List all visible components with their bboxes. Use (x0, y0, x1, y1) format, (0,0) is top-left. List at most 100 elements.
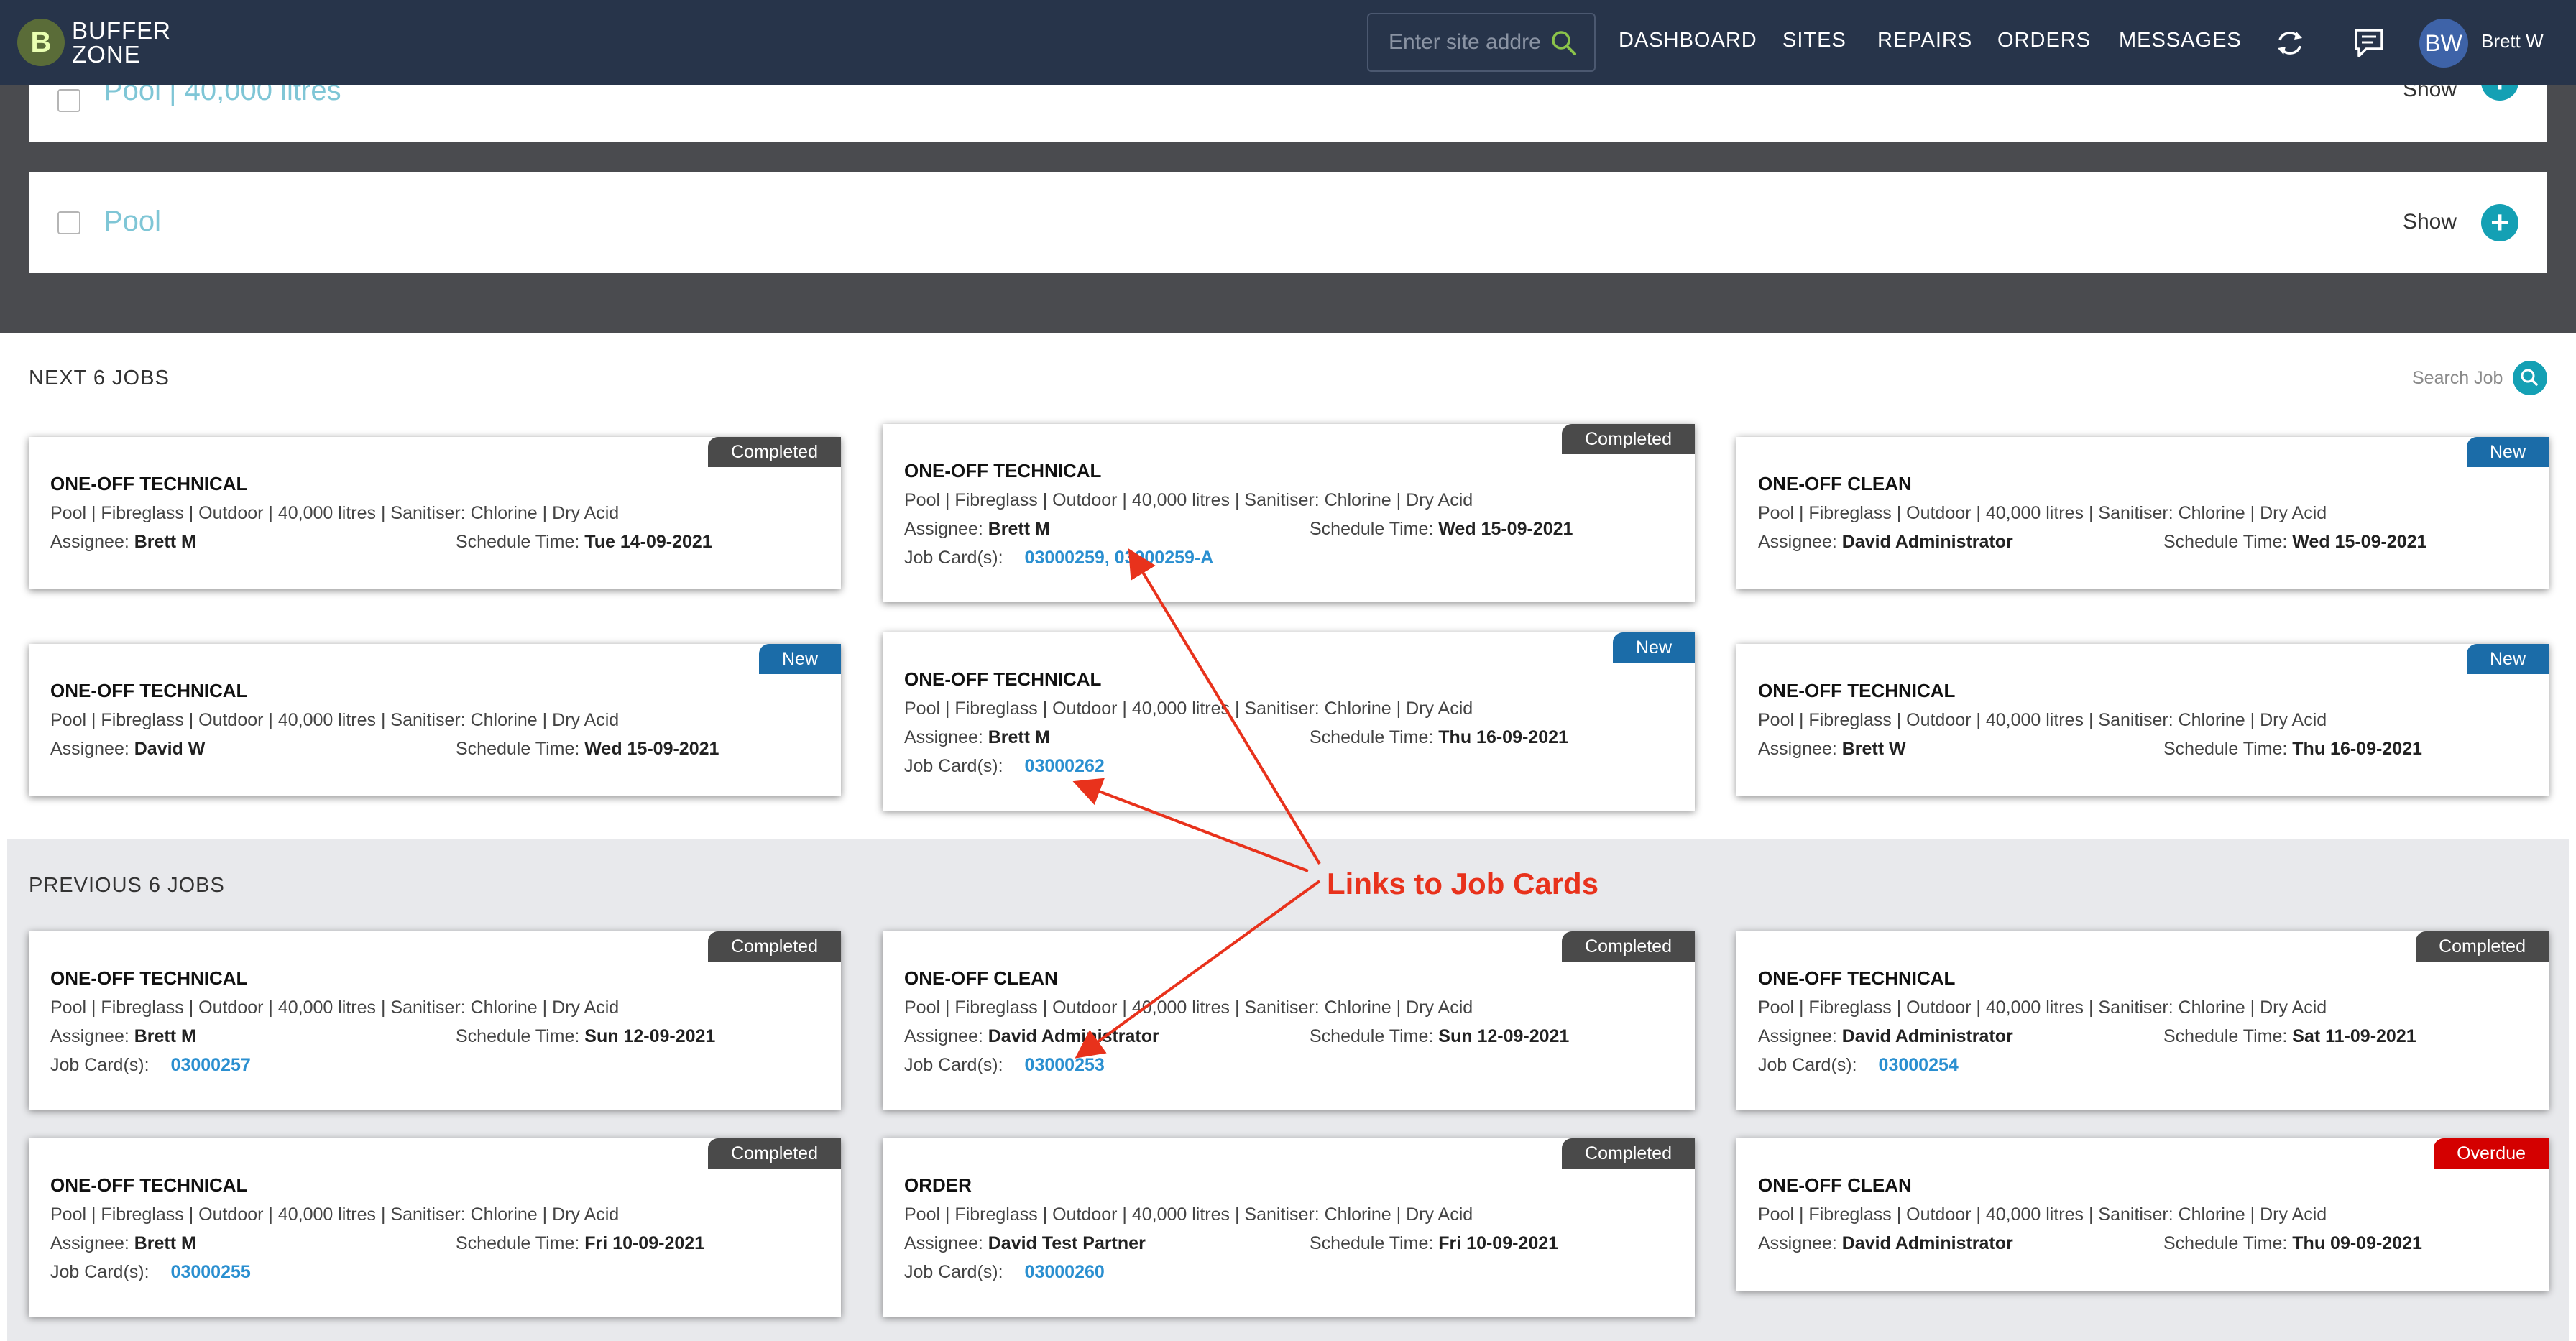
job-assignee: Assignee: Brett M (50, 532, 196, 552)
job-title: ONE-OFF TECHNICAL (904, 460, 1102, 481)
avatar[interactable]: BW (2419, 19, 2468, 68)
sync-icon[interactable] (2273, 26, 2307, 64)
annotation-label: Links to Job Cards (1327, 867, 1599, 900)
job-details: Pool | Fibreglass | Outdoor | 40,000 lit… (1758, 997, 2327, 1018)
job-cards-row: Job Card(s): 03000259, 03000259-A (904, 548, 1214, 568)
status-badge: Completed (708, 931, 841, 962)
job-card[interactable]: Completed ORDER Pool | Fibreglass | Outd… (883, 1138, 1695, 1317)
job-details: Pool | Fibreglass | Outdoor | 40,000 lit… (50, 997, 620, 1018)
status-badge: Completed (708, 1138, 841, 1169)
job-schedule: Schedule Time: Tue 14-09-2021 (456, 532, 712, 552)
search-job-button[interactable] (2513, 361, 2547, 395)
job-schedule: Schedule Time: Thu 16-09-2021 (1310, 727, 1568, 747)
job-cards-row: Job Card(s): 03000260 (904, 1262, 1105, 1282)
job-details: Pool | Fibreglass | Outdoor | 40,000 lit… (1758, 710, 2327, 730)
pool-panel-2[interactable]: Pool Show + (29, 172, 2547, 273)
nav-messages[interactable]: MESSAGES (2119, 29, 2242, 52)
pool-checkbox-2[interactable] (58, 211, 80, 234)
site-search-box (1367, 13, 1596, 72)
site-search-input[interactable] (1387, 29, 1548, 55)
logo-line-1: BUFFER (72, 17, 171, 44)
job-details: Pool | Fibreglass | Outdoor | 40,000 lit… (50, 710, 620, 730)
status-badge: Completed (2416, 931, 2549, 962)
job-card[interactable]: Completed ONE-OFF TECHNICAL Pool | Fibre… (29, 1138, 841, 1317)
status-badge: New (2466, 437, 2549, 467)
buffer-zone-logo[interactable]: B BUFFER ZONE (17, 16, 171, 69)
job-title: ORDER (904, 1174, 972, 1196)
job-card-link[interactable]: 03000260 (1025, 1262, 1105, 1282)
user-name[interactable]: Brett W (2481, 30, 2544, 52)
job-assignee: Assignee: Brett M (50, 1233, 196, 1253)
job-card[interactable]: Overdue ONE-OFF CLEAN Pool | Fibreglass … (1736, 1138, 2549, 1291)
job-assignee: Assignee: Brett M (904, 727, 1050, 747)
search-icon[interactable] (1550, 29, 1578, 61)
job-title: ONE-OFF TECHNICAL (904, 668, 1102, 690)
status-badge: Completed (708, 437, 841, 467)
job-cards-row: Job Card(s): 03000257 (50, 1055, 251, 1075)
job-title: ONE-OFF TECHNICAL (50, 967, 248, 989)
job-card[interactable]: New ONE-OFF TECHNICAL Pool | Fibreglass … (29, 644, 841, 796)
nav-sites[interactable]: SITES (1782, 29, 1846, 52)
job-card[interactable]: New ONE-OFF CLEAN Pool | Fibreglass | Ou… (1736, 437, 2549, 589)
job-title: ONE-OFF CLEAN (1758, 473, 1912, 494)
job-card[interactable]: Completed ONE-OFF TECHNICAL Pool | Fibre… (29, 931, 841, 1110)
job-assignee: Assignee: Brett M (50, 1026, 196, 1046)
previous-jobs-title: PREVIOUS 6 JOBS (29, 874, 225, 897)
job-schedule: Schedule Time: Sat 11-09-2021 (2163, 1026, 2416, 1046)
logo-text: BUFFER ZONE (72, 19, 171, 66)
job-details: Pool | Fibreglass | Outdoor | 40,000 lit… (904, 1204, 1473, 1225)
job-card-link[interactable]: 03000254 (1879, 1055, 1959, 1075)
job-assignee: Assignee: Brett W (1758, 739, 1906, 759)
job-title: ONE-OFF CLEAN (1758, 1174, 1912, 1196)
job-card[interactable]: Completed ONE-OFF TECHNICAL Pool | Fibre… (883, 424, 1695, 602)
job-assignee: Assignee: David Administrator (1758, 1026, 2013, 1046)
status-badge: New (758, 644, 841, 674)
nav-repairs[interactable]: REPAIRS (1877, 29, 1972, 52)
job-schedule: Schedule Time: Wed 15-09-2021 (2163, 532, 2427, 552)
job-card-link[interactable]: 03000255 (171, 1262, 251, 1282)
chat-icon[interactable] (2352, 26, 2386, 64)
job-card-link[interactable]: 03000262 (1025, 756, 1105, 776)
job-assignee: Assignee: David Administrator (1758, 532, 2013, 552)
job-assignee: Assignee: David Test Partner (904, 1233, 1146, 1253)
job-details: Pool | Fibreglass | Outdoor | 40,000 lit… (1758, 503, 2327, 523)
job-cards-row: Job Card(s): 03000262 (904, 756, 1105, 776)
job-title: ONE-OFF TECHNICAL (1758, 967, 1956, 989)
status-badge: Completed (1562, 1138, 1695, 1169)
job-card[interactable]: New ONE-OFF TECHNICAL Pool | Fibreglass … (883, 632, 1695, 811)
job-cards-row: Job Card(s): 03000255 (50, 1262, 251, 1282)
job-card[interactable]: Completed ONE-OFF CLEAN Pool | Fibreglas… (883, 931, 1695, 1110)
job-assignee: Assignee: Brett M (904, 519, 1050, 539)
nav-dashboard[interactable]: DASHBOARD (1619, 29, 1757, 52)
job-card-link[interactable]: 03000259, 03000259-A (1025, 548, 1214, 568)
job-assignee: Assignee: David Administrator (904, 1026, 1159, 1046)
job-card[interactable]: Completed ONE-OFF TECHNICAL Pool | Fibre… (1736, 931, 2549, 1110)
pool-panel-1[interactable]: Pool | 40,000 litres Show + (29, 63, 2547, 142)
pool-show-label-2[interactable]: Show (2403, 210, 2457, 234)
job-details: Pool | Fibreglass | Outdoor | 40,000 lit… (50, 503, 620, 523)
logo-line-2: ZONE (72, 41, 141, 68)
job-details: Pool | Fibreglass | Outdoor | 40,000 lit… (50, 1204, 620, 1225)
job-title: ONE-OFF TECHNICAL (50, 680, 248, 701)
job-details: Pool | Fibreglass | Outdoor | 40,000 lit… (904, 699, 1473, 719)
job-card[interactable]: Completed ONE-OFF TECHNICAL Pool | Fibre… (29, 437, 841, 589)
job-title: ONE-OFF CLEAN (904, 967, 1058, 989)
job-card-link[interactable]: 03000253 (1025, 1055, 1105, 1075)
expand-plus-icon[interactable]: + (2481, 204, 2518, 241)
job-schedule: Schedule Time: Sun 12-09-2021 (456, 1026, 716, 1046)
job-details: Pool | Fibreglass | Outdoor | 40,000 lit… (904, 997, 1473, 1018)
job-schedule: Schedule Time: Fri 10-09-2021 (1310, 1233, 1559, 1253)
nav-orders[interactable]: ORDERS (1997, 29, 2091, 52)
status-badge: New (1612, 632, 1695, 663)
job-assignee: Assignee: David W (50, 739, 206, 759)
pool-checkbox-1[interactable] (58, 89, 80, 112)
job-schedule: Schedule Time: Thu 09-09-2021 (2163, 1233, 2422, 1253)
status-badge: Completed (1562, 931, 1695, 962)
job-card[interactable]: New ONE-OFF TECHNICAL Pool | Fibreglass … (1736, 644, 2549, 796)
pool-list-area: Pool | 40,000 litres Show + Pool Show + (0, 63, 2576, 333)
status-badge: Overdue (2434, 1138, 2549, 1169)
search-job-label[interactable]: Search Job (2412, 368, 2503, 389)
job-card-link[interactable]: 03000257 (171, 1055, 251, 1075)
logo-badge: B (17, 19, 65, 66)
job-cards-row: Job Card(s): 03000253 (904, 1055, 1105, 1075)
